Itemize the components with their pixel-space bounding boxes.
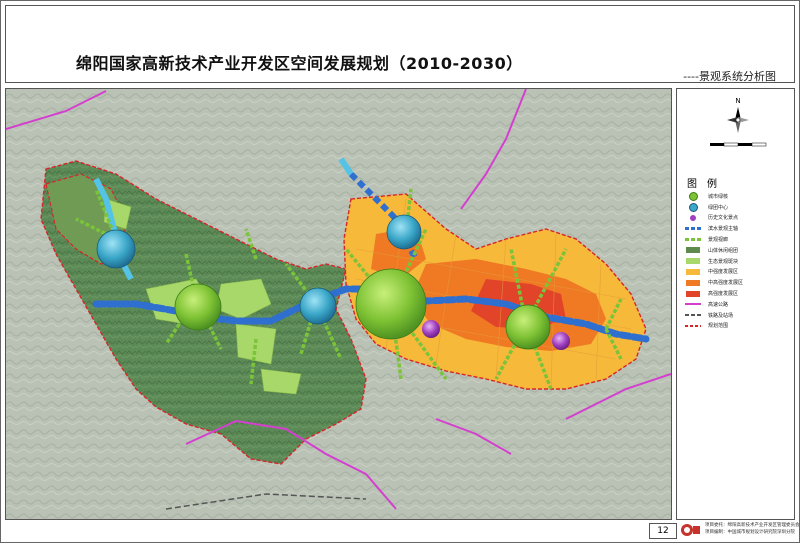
institute-logo-icon — [681, 524, 700, 536]
credits: 项目委托：绵阳高新技术产业开发区管理委员会 项目编制：中国城市规划设计研究院深圳… — [705, 522, 800, 536]
orange-swatch-icon — [683, 279, 703, 287]
green-circle-icon — [683, 191, 703, 201]
railway-line-icon — [683, 311, 703, 319]
map-subtitle: ----景观系统分析图 — [683, 70, 776, 83]
footer: 12 项目委托：绵阳高新技术产业开发区管理委员会 项目编制：中国城市规划设计研究… — [5, 523, 800, 539]
map-canvas — [6, 89, 671, 519]
green-core-central — [355, 268, 427, 340]
legend-title: 图 例 — [687, 179, 717, 190]
legend-item-railway: 铁路及站场 — [683, 310, 791, 321]
landscape-system-map[interactable] — [5, 88, 672, 520]
legend-item-plan-boundary: 规划范围 — [683, 321, 791, 332]
legend-item-high-intensity: 高强度发展区 — [683, 288, 791, 299]
legend-item-historic-site: 历史文化景点 — [683, 213, 791, 224]
blue-arrow-icon — [683, 225, 703, 233]
legend-item-medium-high-intensity: 中高强度发展区 — [683, 277, 791, 288]
plan-title: 绵阳国家高新技术产业开发区空间发展规划（2010-2030） — [76, 54, 523, 73]
historic-site-1 — [422, 320, 440, 338]
legend-panel: N 图 例 城市绿核 绿团中心 历史文化景点 滨水景观主轴 景观视廊 山体休闲组… — [676, 88, 795, 520]
scale-bar-icon — [710, 142, 767, 147]
svg-text:N: N — [735, 97, 740, 105]
legend-item-expressway: 高速公路 — [683, 299, 791, 310]
green-arrow-icon — [683, 236, 703, 244]
legend-item-city-green-core: 城市绿核 — [683, 191, 791, 202]
page-number: 12 — [649, 523, 677, 539]
expressway-line-icon — [683, 300, 703, 308]
eco-swatch-icon — [683, 257, 703, 265]
blue-circle-icon — [683, 202, 703, 212]
historic-site-2 — [552, 332, 570, 350]
north-arrow-icon: N — [727, 97, 749, 133]
cluster-center-west — [96, 229, 136, 269]
boundary-line-icon — [683, 322, 703, 330]
yellow-swatch-icon — [683, 268, 703, 276]
legend-item-eco-patch: 生态景观斑块 — [683, 256, 791, 267]
legend-list: 城市绿核 绿团中心 历史文化景点 滨水景观主轴 景观视廊 山体休闲组团 生态景观… — [683, 191, 791, 331]
credit-designer: 项目编制：中国城市规划设计研究院深圳分院 — [705, 530, 795, 535]
legend-item-view-corridor: 景观视廊 — [683, 234, 791, 245]
legend-item-mountain-cluster: 山体休闲组团 — [683, 245, 791, 256]
cluster-center-mid — [299, 287, 337, 325]
cluster-center-north — [386, 214, 422, 250]
green-core-east — [505, 304, 551, 350]
title-block: 绵阳国家高新技术产业开发区空间发展规划（2010-2030） ----景观系统分… — [5, 5, 795, 83]
red-swatch-icon — [683, 290, 703, 298]
green-core-west — [174, 283, 222, 331]
legend-item-medium-intensity: 中强度发展区 — [683, 267, 791, 278]
legend-item-cluster-center: 绿团中心 — [683, 202, 791, 213]
legend-item-waterfront-axis: 滨水景观主轴 — [683, 223, 791, 234]
credit-client: 项目委托：绵阳高新技术产业开发区管理委员会 — [705, 523, 800, 528]
purple-circle-icon — [683, 214, 703, 222]
mountain-swatch-icon — [683, 246, 703, 254]
